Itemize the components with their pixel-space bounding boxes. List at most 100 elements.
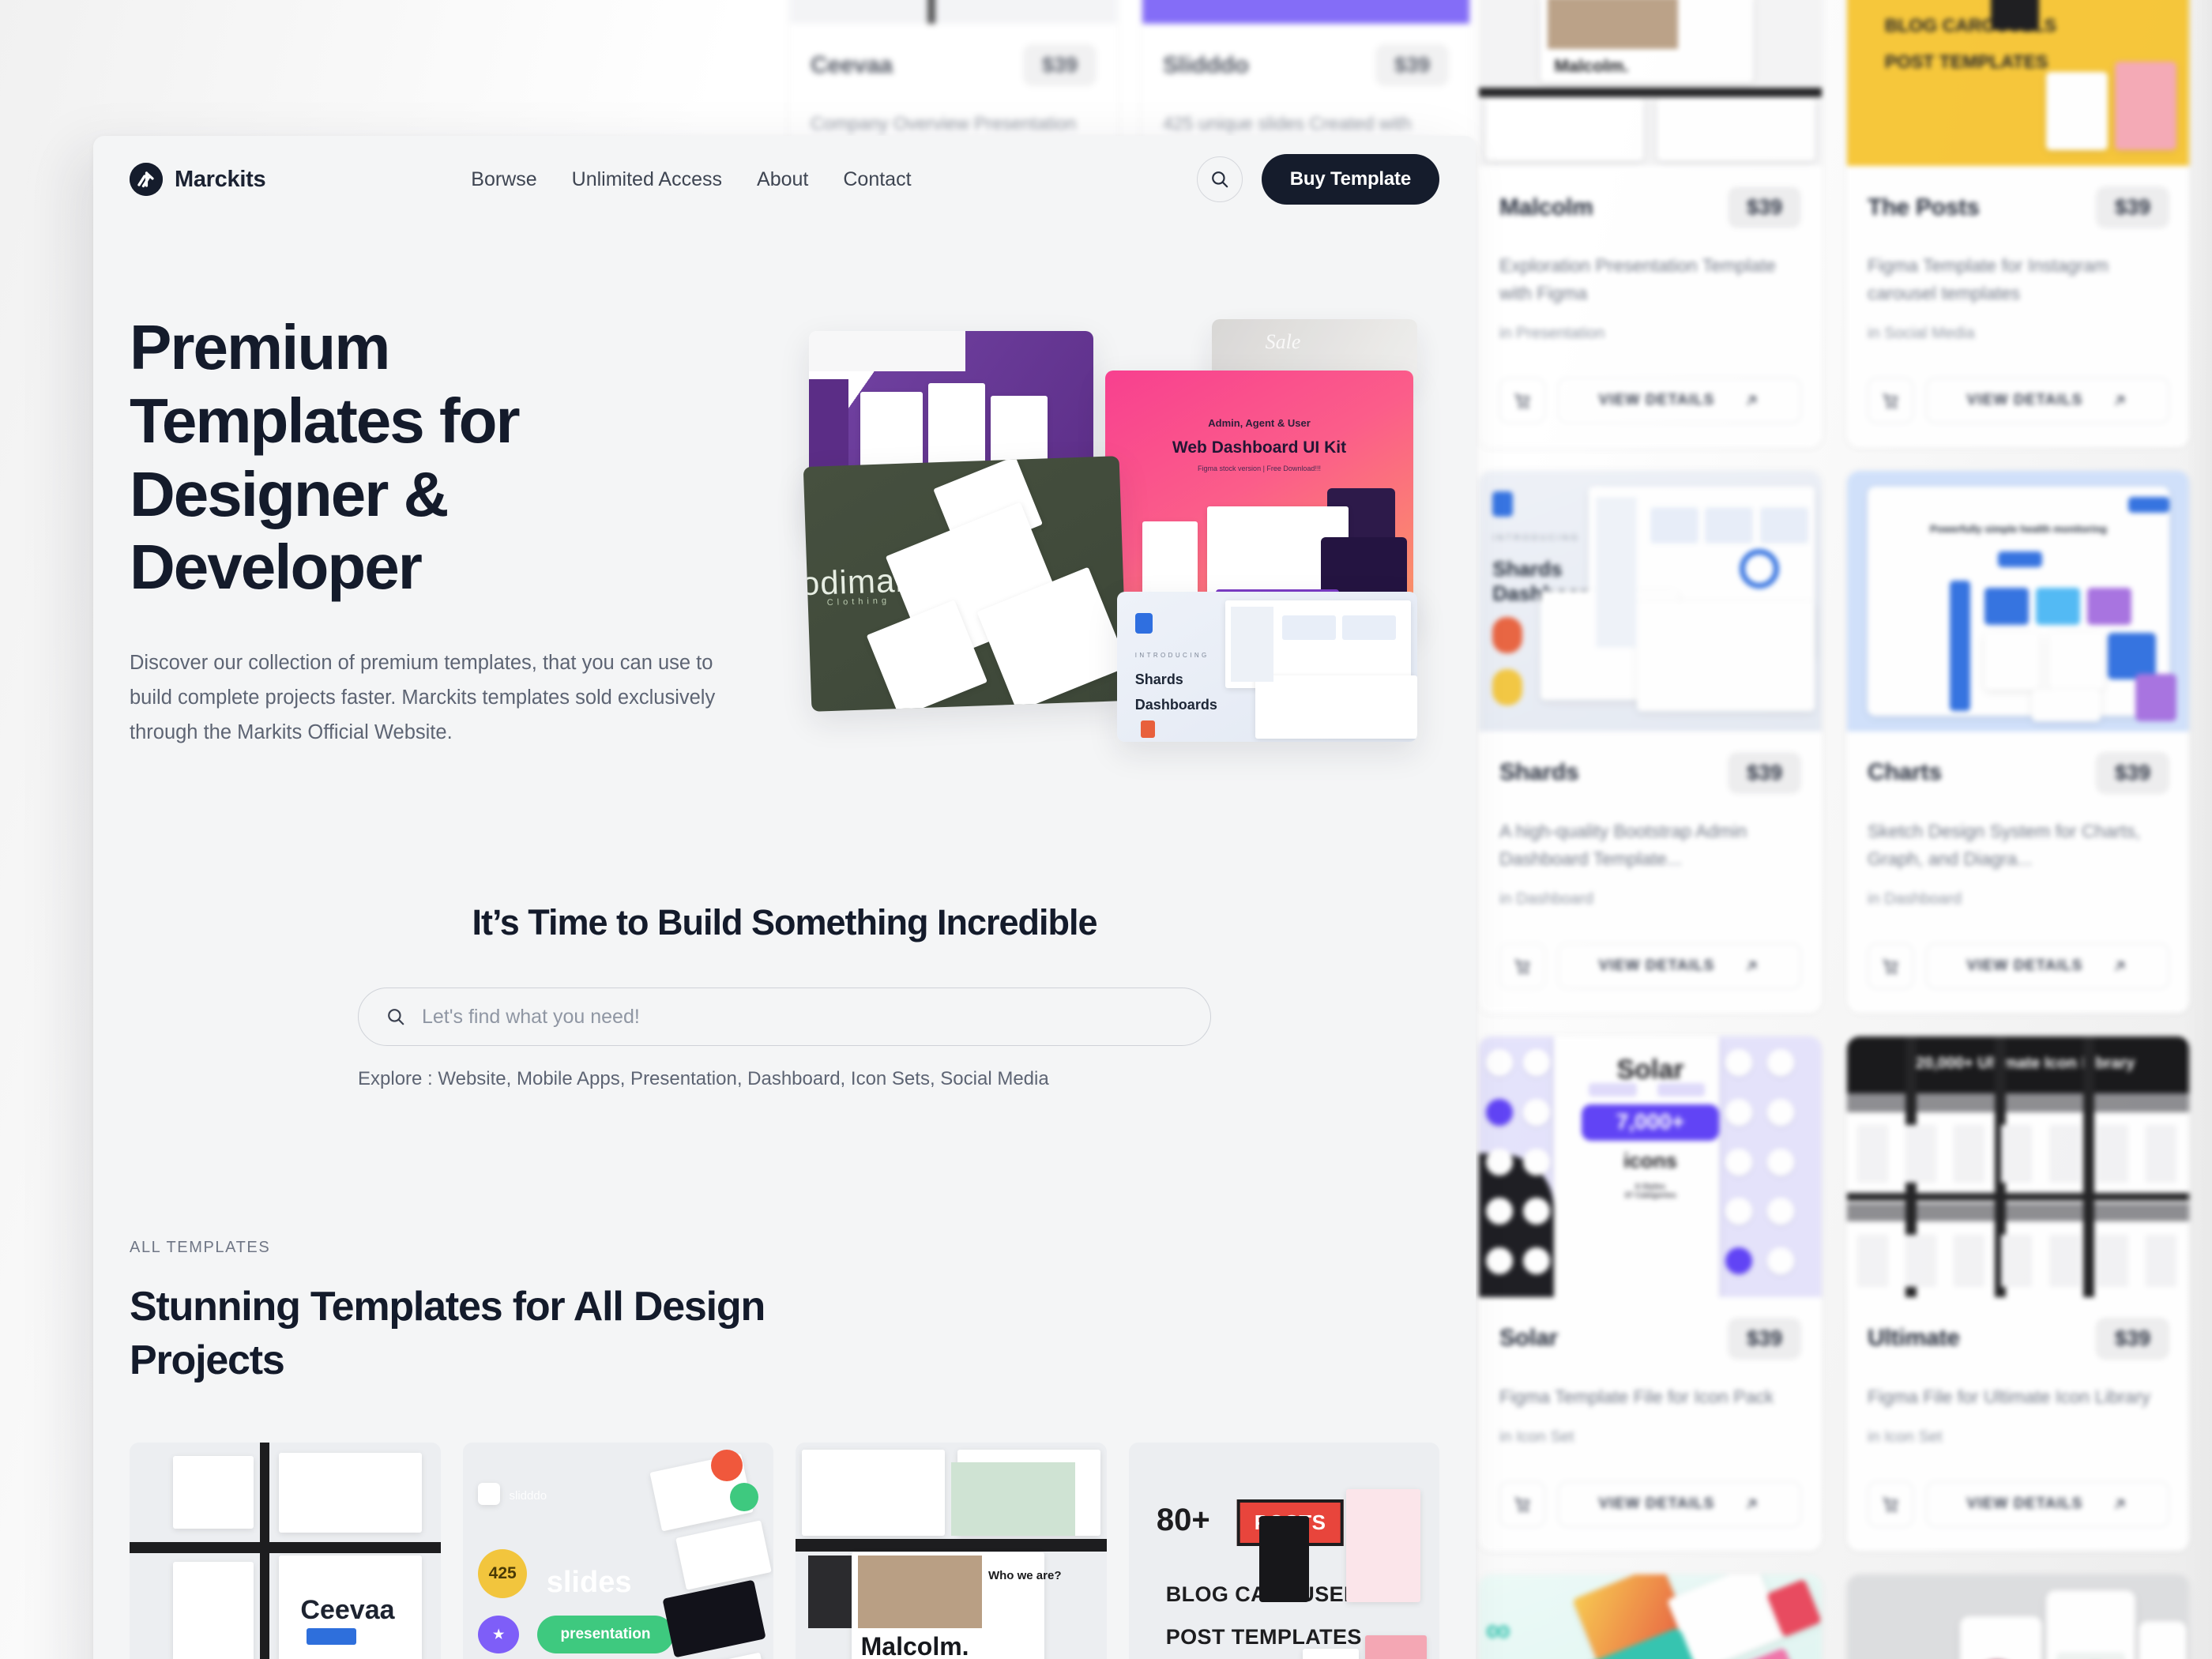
- template-thumbnail-slidddo[interactable]: slidddo 425 slides presentation ★ growin…: [462, 1443, 773, 1659]
- right-edge-fade: [2184, 0, 2212, 1659]
- template-description: Figma File for Ultimate Icon Library: [1868, 1386, 2150, 1407]
- slidddo-badge: 425: [488, 1563, 517, 1582]
- background-template-card[interactable]: 20,000+ Ultimate Icon Library Ultimate $…: [1847, 1036, 2190, 1551]
- cart-icon[interactable]: [1499, 942, 1545, 989]
- template-title: Ceevaa: [811, 51, 893, 78]
- posts-line2: POST TEMPLATES: [1165, 1625, 1362, 1650]
- template-title: Solar: [1499, 1325, 1559, 1352]
- template-price: $39: [1727, 1317, 1801, 1360]
- slidddo-pill-star-icon: ★: [478, 1615, 520, 1653]
- background-template-card[interactable]: Solar 7,000+ icons 6 Styles 37 Categories…: [1479, 1036, 1822, 1551]
- view-details-button[interactable]: VIEW DETAILS: [1558, 377, 1801, 423]
- arrow-up-right-icon: [1743, 1495, 1760, 1513]
- collage-kit-line1: Admin, Agent & User: [1208, 417, 1311, 430]
- view-details-button[interactable]: VIEW DETAILS: [1558, 942, 1801, 989]
- hero-paragraph: Discover our collection of premium templ…: [130, 652, 716, 744]
- collage-odimal-preview: odimal Clothing: [803, 456, 1128, 712]
- brand-logo[interactable]: Marckits: [130, 163, 266, 196]
- explore-categories: Explore : Website, Mobile Apps, Presenta…: [358, 1068, 1049, 1089]
- template-description: Exploration Presentation Template with F…: [1499, 255, 1776, 303]
- view-details-label: VIEW DETAILS: [1966, 957, 2083, 974]
- template-price: $39: [2095, 751, 2169, 794]
- hero-collage: Sale Admin, Agent & User Web Dashboard U…: [801, 311, 1439, 785]
- template-thumbnail-malcolm[interactable]: Who we are? Malcolm. Welcome Message: [796, 1443, 1107, 1659]
- background-template-card[interactable]: Malcolm. Malcolm $39 Exploration Present…: [1479, 0, 1822, 447]
- buy-template-button[interactable]: Buy Template: [1261, 154, 1439, 205]
- collage-sale-word: Sale: [1265, 330, 1301, 354]
- template-thumbnail: ∞ •nd playlist kit•f Adobe XD: [1479, 1574, 1822, 1659]
- collage-odimal-sub: Clothing: [826, 596, 891, 608]
- search-input[interactable]: [422, 1005, 1183, 1029]
- template-title: Malcolm: [1499, 194, 1593, 220]
- cart-icon[interactable]: [1868, 377, 1913, 423]
- hero-heading: Premium Templates for Designer & Develop…: [130, 312, 521, 603]
- background-template-card[interactable]: Powerfully simple health monitoring Char…: [1847, 470, 2190, 1013]
- collage-shards-preview: INTRODUCING Shards Dashboards: [1117, 592, 1417, 742]
- cart-icon[interactable]: [1499, 377, 1545, 423]
- template-price: $39: [1022, 44, 1097, 86]
- template-price: $39: [1375, 44, 1449, 86]
- template-category: in Presentation: [1499, 324, 1605, 342]
- background-template-card[interactable]: : App UI Paynow $39 Mobile App Designs f…: [1847, 1574, 2190, 1659]
- nav-item-unlimited-access[interactable]: Unlimited Access: [572, 168, 722, 191]
- template-category: in Dashboard: [1499, 890, 1593, 908]
- template-thumbnail: : App UI: [1847, 1574, 2190, 1659]
- cart-icon[interactable]: [1868, 1480, 1913, 1527]
- view-details-button[interactable]: VIEW DETAILS: [1558, 1480, 1801, 1527]
- template-thumbnail: Powerfully simple health monitoring: [1847, 470, 2190, 732]
- arrow-up-right-icon: [2111, 1495, 2128, 1513]
- all-templates-heading: Stunning Templates for All Design Projec…: [130, 1284, 766, 1383]
- template-thumbnail-the-posts[interactable]: 80+ POSTS BLOG CAROUSELS POST TEMPLATES: [1128, 1443, 1439, 1659]
- collage-kit-line2: Web Dashboard UI Kit: [1172, 438, 1347, 457]
- nav-item-contact[interactable]: Contact: [843, 168, 911, 191]
- build-section: It’s Time to Build Something Incredible …: [93, 902, 1476, 1090]
- header-actions: Buy Template: [1196, 154, 1439, 205]
- template-price: $39: [1727, 751, 1801, 794]
- template-title: Shards: [1499, 759, 1579, 786]
- collage-shards-line2: Dashboards: [1134, 697, 1217, 713]
- template-thumbnail: Ceevaa: [790, 0, 1117, 24]
- arrow-up-right-icon: [2111, 392, 2128, 409]
- template-thumbnail: Malcolm.: [1479, 0, 1822, 166]
- template-thumbnail-ceevaa[interactable]: Ceevaa: [130, 1443, 441, 1659]
- cart-icon[interactable]: [1499, 1480, 1545, 1527]
- search-bar[interactable]: [358, 988, 1211, 1046]
- view-details-label: VIEW DETAILS: [1966, 391, 2083, 408]
- malcolm-wordmark: Malcolm.: [860, 1631, 969, 1659]
- background-template-card[interactable]: 80+ POSTS BLOG CAROUSELS POST TEMPLATES …: [1847, 0, 2190, 447]
- page-root: Ceevaa Ceevaa $39 Company Overview Prese…: [0, 0, 2212, 1659]
- slidddo-pill-presentation: presentation: [536, 1615, 675, 1653]
- template-title: Charts: [1868, 759, 1942, 786]
- malcolm-who-we-are: Who we are?: [988, 1568, 1062, 1582]
- marckits-logo-icon: [130, 163, 163, 196]
- view-details-button[interactable]: VIEW DETAILS: [1926, 377, 2169, 423]
- view-details-label: VIEW DETAILS: [1966, 1495, 2083, 1512]
- build-heading: It’s Time to Build Something Incredible: [472, 902, 1097, 942]
- main-nav: Borwse Unlimited Access About Contact: [471, 168, 911, 191]
- template-description: Sketch Design System for Charts, Graph, …: [1868, 820, 2141, 869]
- template-price: $39: [2095, 1317, 2169, 1360]
- view-details-label: VIEW DETAILS: [1598, 957, 1715, 974]
- view-details-label: VIEW DETAILS: [1598, 391, 1715, 408]
- posts-count: 80+: [1156, 1502, 1210, 1537]
- background-template-card[interactable]: ∞ •nd playlist kit•f Adobe XD Moood $39 …: [1479, 1574, 1822, 1659]
- template-title: Ultimate: [1868, 1325, 1960, 1352]
- nav-item-browse[interactable]: Borwse: [471, 168, 536, 191]
- template-category: in Dashboard: [1868, 890, 1962, 908]
- template-description: A high-quality Bootstrap Admin Dashboard…: [1499, 820, 1747, 869]
- nav-item-about[interactable]: About: [757, 168, 808, 191]
- all-templates-section: ALL TEMPLATES Stunning Templates for All…: [93, 1239, 1476, 1659]
- site-header: Marckits Borwse Unlimited Access About C…: [93, 136, 1476, 223]
- view-details-button[interactable]: VIEW DETAILS: [1926, 1480, 2169, 1527]
- view-details-button[interactable]: VIEW DETAILS: [1926, 942, 2169, 989]
- template-thumbnail: 20,000+ Ultimate Icon Library: [1847, 1036, 2190, 1297]
- cart-icon[interactable]: [1868, 942, 1913, 989]
- template-title: The Posts: [1868, 194, 1980, 220]
- ceevaa-wordmark: Ceevaa: [300, 1595, 395, 1626]
- search-icon[interactable]: [1196, 156, 1243, 202]
- template-thumbnail-row: Ceevaa slidddo 425 slides presentation ★…: [130, 1443, 1439, 1659]
- arrow-up-right-icon: [1743, 957, 1760, 975]
- background-template-card[interactable]: INTRODUCING ShardsDashboards Shards $39 …: [1479, 470, 1822, 1013]
- search-icon: [386, 1006, 406, 1027]
- all-templates-eyebrow: ALL TEMPLATES: [130, 1239, 271, 1256]
